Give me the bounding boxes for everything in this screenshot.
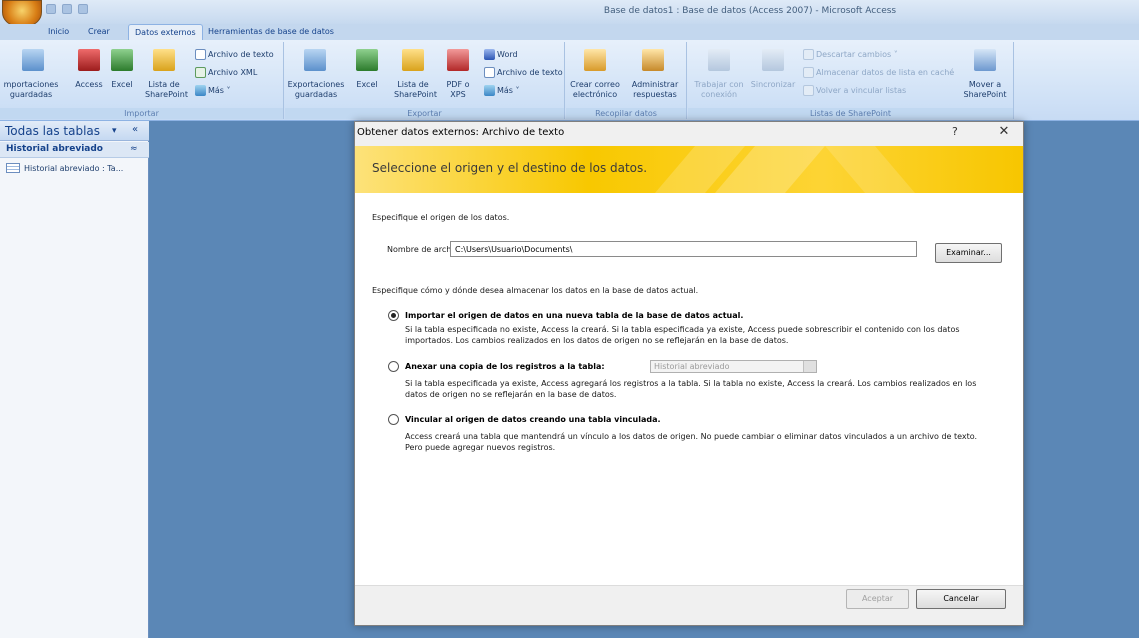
export-pdf-label-2[interactable]: XPS <box>442 90 474 99</box>
export-sharepoint-label[interactable]: Lista de <box>394 80 432 89</box>
redo-icon[interactable] <box>78 4 88 14</box>
tab-herramientas[interactable]: Herramientas de base de datos <box>202 24 340 40</box>
import-access-button[interactable]: Access <box>72 80 106 89</box>
group-label-sharepoint: Listas de SharePoint <box>688 108 1013 119</box>
tab-datos-externos[interactable]: Datos externos <box>128 24 203 40</box>
saved-exports-icon <box>304 49 326 71</box>
nav-item-table[interactable]: Historial abreviado : Ta... <box>24 164 123 173</box>
excel-import-icon <box>111 49 133 71</box>
import-sharepoint-label[interactable]: Lista de <box>145 80 183 89</box>
create-email-label-2[interactable]: electrónico <box>567 90 623 99</box>
pdf-icon <box>447 49 469 71</box>
export-sharepoint-label-2[interactable]: SharePoint <box>394 90 437 99</box>
discard-changes-icon <box>803 49 814 60</box>
import-more-button[interactable]: Más ˅ <box>208 86 231 95</box>
group-label-recopilar: Recopilar datos <box>566 108 686 119</box>
navigation-pane <box>0 121 149 638</box>
synchronize-icon <box>762 49 784 71</box>
import-text-button[interactable]: Archivo de texto <box>208 50 274 59</box>
group-label-importar: Importar <box>0 108 283 119</box>
access-icon <box>78 49 100 71</box>
export-excel-button[interactable]: Excel <box>352 80 382 89</box>
work-offline-label-2[interactable]: conexión <box>691 90 747 99</box>
more-export-icon <box>484 85 495 96</box>
nav-group-toggle-icon[interactable]: ≈ <box>130 144 138 154</box>
export-text-button[interactable]: Archivo de texto <box>497 68 563 77</box>
create-email-label[interactable]: Crear correo <box>567 80 623 89</box>
dialog-title: Obtener datos externos: Archivo de texto <box>357 127 565 138</box>
export-sharepoint-icon <box>402 49 424 71</box>
nav-title[interactable]: Todas las tablas <box>5 124 100 138</box>
append-table-select[interactable]: Historial abreviado <box>650 360 817 373</box>
chevron-down-icon[interactable] <box>803 361 816 372</box>
relink-lists-icon <box>803 85 814 96</box>
import-sharepoint-label-2[interactable]: SharePoint <box>145 90 188 99</box>
tab-inicio[interactable]: Inicio <box>42 24 75 40</box>
import-option-label[interactable]: Importar el origen de datos en una nueva… <box>405 311 743 320</box>
export-text-icon <box>484 67 495 78</box>
window-title: Base de datos1 : Base de datos (Access 2… <box>603 6 897 16</box>
nav-collapse-icon[interactable]: « <box>132 124 138 135</box>
cache-data-icon <box>803 67 814 78</box>
browse-button[interactable]: Examinar... <box>935 243 1002 263</box>
cancel-button[interactable]: Cancelar <box>916 589 1006 609</box>
office-button[interactable] <box>2 0 42 26</box>
excel-export-icon <box>356 49 378 71</box>
saved-exports-label[interactable]: Exportaciones <box>287 80 345 89</box>
nav-group-title[interactable]: Historial abreviado <box>6 144 103 154</box>
manage-replies-icon <box>642 49 664 71</box>
cache-data-button[interactable]: Almacenar datos de lista en caché <box>816 68 954 77</box>
group-label-exportar: Exportar <box>285 108 564 119</box>
relink-lists-button[interactable]: Volver a vincular listas <box>816 86 906 95</box>
synchronize-button[interactable]: Sincronizar <box>747 80 799 89</box>
work-offline-icon <box>708 49 730 71</box>
text-file-icon <box>195 49 206 60</box>
tab-crear[interactable]: Crear <box>82 24 116 40</box>
manage-replies-label[interactable]: Administrar <box>626 80 684 89</box>
append-option-desc: Si la tabla especificada ya existe, Acce… <box>405 379 977 399</box>
link-option-label[interactable]: Vincular al origen de datos creando una … <box>405 415 661 424</box>
saved-imports-label-2[interactable]: guardadas <box>0 90 62 99</box>
source-instruction: Especifique el origen de los datos. <box>372 213 510 222</box>
saved-exports-label-2[interactable]: guardadas <box>287 90 345 99</box>
discard-changes-button[interactable]: Descartar cambios ˅ <box>816 50 898 59</box>
more-import-icon <box>195 85 206 96</box>
saved-imports-label[interactable]: mportaciones <box>0 80 62 89</box>
move-sharepoint-label[interactable]: Mover a <box>958 80 1012 89</box>
word-icon <box>484 49 495 60</box>
storage-instruction: Especifique cómo y dónde desea almacenar… <box>372 286 699 295</box>
save-icon[interactable] <box>46 4 56 14</box>
create-email-icon <box>584 49 606 71</box>
file-name-input[interactable]: C:\Users\Usuario\Documents\ <box>450 241 917 257</box>
link-option-desc: Access creará una tabla que mantendrá un… <box>405 432 978 452</box>
help-icon[interactable]: ? <box>952 125 958 138</box>
append-option-label[interactable]: Anexar una copia de los registros a la t… <box>405 362 605 371</box>
move-sharepoint-label-2[interactable]: SharePoint <box>958 90 1012 99</box>
close-icon[interactable]: ✕ <box>992 122 1016 142</box>
export-more-button[interactable]: Más ˅ <box>497 86 520 95</box>
move-to-sharepoint-icon <box>974 49 996 71</box>
export-word-button[interactable]: Word <box>497 50 518 59</box>
append-radio[interactable] <box>388 361 399 372</box>
xml-file-icon <box>195 67 206 78</box>
accept-button[interactable]: Aceptar <box>846 589 909 609</box>
manage-replies-label-2[interactable]: respuestas <box>626 90 684 99</box>
import-radio[interactable] <box>388 310 399 321</box>
saved-imports-icon <box>22 49 44 71</box>
nav-dropdown-icon[interactable]: ▾ <box>112 126 117 136</box>
sharepoint-list-icon <box>153 49 175 71</box>
undo-icon[interactable] <box>62 4 72 14</box>
table-icon <box>6 163 20 173</box>
banner-heading: Seleccione el origen y el destino de los… <box>372 161 648 175</box>
import-xml-button[interactable]: Archivo XML <box>208 68 257 77</box>
link-radio[interactable] <box>388 414 399 425</box>
import-excel-button[interactable]: Excel <box>107 80 137 89</box>
import-option-desc: Si la tabla especificada no existe, Acce… <box>405 325 960 345</box>
work-offline-label[interactable]: Trabajar con <box>691 80 747 89</box>
export-pdf-label[interactable]: PDF o <box>442 80 474 89</box>
